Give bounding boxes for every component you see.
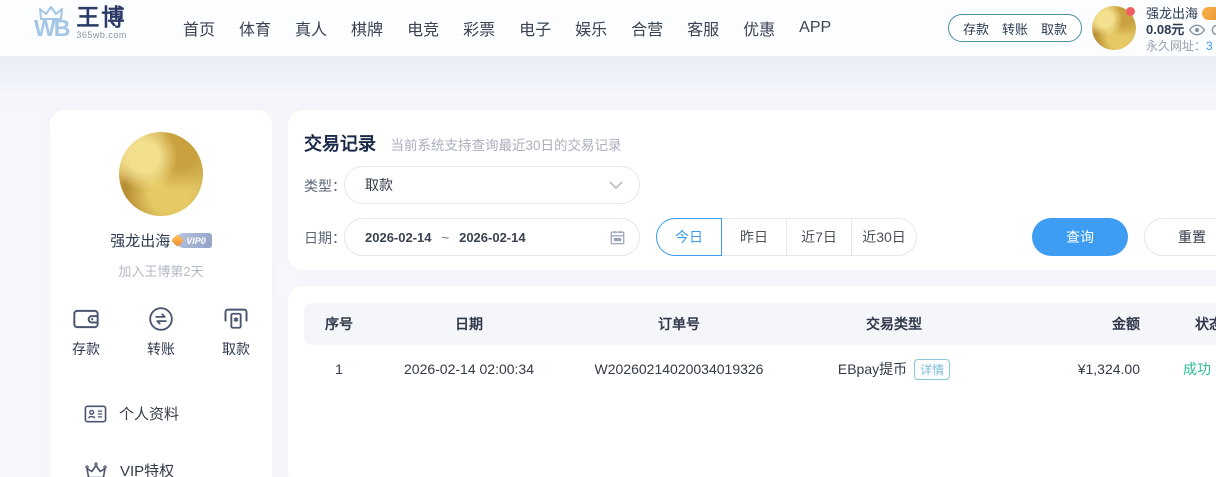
col-header-amount: 金额 xyxy=(994,314,1154,334)
refresh-icon[interactable] xyxy=(1210,23,1216,37)
quick-action-label: 转账 xyxy=(147,339,175,359)
user-info-block: 强龙出海 0.08元 永久网址：3 xyxy=(1146,6,1216,54)
quick-actions: 存款 转账 取款 xyxy=(50,306,272,359)
page-subtitle: 当前系统支持查询最近30日的交易记录 xyxy=(390,138,621,153)
username-text: 强龙出海 xyxy=(1146,6,1198,21)
sidebar-item-vip[interactable]: VIP特权 xyxy=(84,460,272,477)
logo-site-name: 王博 xyxy=(76,5,127,30)
logo-mark: WB xyxy=(34,6,68,40)
sidebar-item-profile[interactable]: 个人资料 xyxy=(84,403,272,424)
quick-action-deposit[interactable]: 存款 xyxy=(72,306,100,359)
detail-button[interactable]: 详情 xyxy=(914,359,950,380)
diamond-icon xyxy=(171,234,184,247)
cell-date: 2026-02-14 02:00:34 xyxy=(374,361,564,377)
chevron-down-icon xyxy=(609,181,623,190)
notification-dot xyxy=(1126,7,1135,16)
col-header-order: 订单号 xyxy=(564,314,794,334)
sidebar-item-label: VIP特权 xyxy=(120,460,174,477)
deposit-link[interactable]: 存款 xyxy=(963,19,989,38)
range-7days-button[interactable]: 近7日 xyxy=(786,218,852,256)
range-30days-button[interactable]: 近30日 xyxy=(851,218,917,256)
type-select[interactable]: 取款 xyxy=(344,166,640,204)
vip-level-text: VIP0 xyxy=(186,236,206,246)
table-header-row: 序号 日期 订单号 交易类型 金额 状态 xyxy=(304,303,1216,345)
type-select-value: 取款 xyxy=(365,175,609,195)
table-row: 1 2026-02-14 02:00:34 W20260214020034019… xyxy=(304,345,1216,393)
date-range-input[interactable]: 2026-02-14 ~ 2026-02-14 xyxy=(344,218,640,256)
cell-type: EBpay提币 详情 xyxy=(794,359,994,380)
eye-icon[interactable] xyxy=(1189,24,1205,36)
page-title: 交易记录 xyxy=(304,134,376,154)
quick-action-withdraw[interactable]: 取款 xyxy=(222,306,250,359)
date-filter-label: 日期： xyxy=(304,228,346,248)
transaction-table-panel: 序号 日期 订单号 交易类型 金额 状态 1 2026-02-14 02:00:… xyxy=(288,286,1216,477)
nav-item-sports[interactable]: 体育 xyxy=(239,16,271,40)
atm-icon xyxy=(222,306,250,332)
sidebar-item-label: 个人资料 xyxy=(119,403,179,424)
nav-item-slots[interactable]: 电子 xyxy=(519,16,551,40)
calendar-icon[interactable] xyxy=(610,230,625,245)
transfer-icon xyxy=(147,306,175,332)
cell-status: 成功 xyxy=(1142,359,1216,379)
range-yesterday-button[interactable]: 昨日 xyxy=(721,218,787,256)
quick-date-range-group: 今日 昨日 近7日 近30日 xyxy=(656,218,917,256)
range-today-button[interactable]: 今日 xyxy=(656,218,722,256)
sidebar-avatar[interactable] xyxy=(119,132,203,216)
cell-order-no: W20260214020034019326 xyxy=(564,361,794,377)
cell-amount: ¥1,324.00 xyxy=(994,361,1154,377)
date-separator: ~ xyxy=(442,230,450,245)
col-header-date: 日期 xyxy=(374,314,564,334)
date-to-value: 2026-02-14 xyxy=(459,230,526,245)
type-filter-label: 类型： xyxy=(304,176,346,196)
nav-item-promo[interactable]: 优惠 xyxy=(743,16,775,40)
site-url-value[interactable]: 3 xyxy=(1206,39,1213,53)
transaction-type-text: EBpay提币 xyxy=(838,359,907,379)
col-header-status: 状态 xyxy=(1154,314,1216,334)
id-card-icon xyxy=(84,404,107,424)
site-logo[interactable]: WB 王博 365wb.com xyxy=(34,5,127,40)
search-button[interactable]: 查询 xyxy=(1032,218,1128,256)
withdraw-link[interactable]: 取款 xyxy=(1041,19,1067,38)
date-from-value: 2026-02-14 xyxy=(365,230,432,245)
top-navigation-bar: WB 王博 365wb.com 首页 体育 真人 棋牌 电竞 彩票 电子 娱乐 … xyxy=(0,0,1216,56)
quick-action-label: 取款 xyxy=(222,339,250,359)
user-avatar[interactable] xyxy=(1092,6,1136,50)
transaction-filter-panel: 交易记录 当前系统支持查询最近30日的交易记录 类型： 取款 日期： 2026-… xyxy=(288,110,1216,270)
wallet-icon xyxy=(72,306,100,332)
col-header-type: 交易类型 xyxy=(794,314,994,334)
col-header-index: 序号 xyxy=(304,314,374,334)
logo-domain: 365wb.com xyxy=(76,30,127,40)
join-days-text: 加入王博第2天 xyxy=(50,261,272,280)
nav-item-live[interactable]: 真人 xyxy=(295,16,327,40)
nav-item-entertainment[interactable]: 娱乐 xyxy=(575,16,607,40)
reset-button[interactable]: 重置 xyxy=(1144,218,1216,256)
nav-item-board[interactable]: 棋牌 xyxy=(351,16,383,40)
crown-icon xyxy=(84,461,108,477)
nav-item-service[interactable]: 客服 xyxy=(687,16,719,40)
transfer-link[interactable]: 转账 xyxy=(1002,19,1028,38)
nav-item-lottery[interactable]: 彩票 xyxy=(463,16,495,40)
nav-item-home[interactable]: 首页 xyxy=(183,16,215,40)
nav-item-esports[interactable]: 电竞 xyxy=(407,16,439,40)
quick-action-label: 存款 xyxy=(72,339,100,359)
vip-badge-icon xyxy=(1202,7,1216,20)
balance-value: 0.08元 xyxy=(1146,21,1184,38)
vip-level-badge: VIP0 xyxy=(176,233,212,248)
cell-index: 1 xyxy=(304,361,374,377)
wallet-actions-pill: 存款 转账 取款 xyxy=(948,14,1082,42)
nav-item-app[interactable]: APP xyxy=(799,19,831,37)
quick-action-transfer[interactable]: 转账 xyxy=(147,306,175,359)
logo-wb-text: WB xyxy=(34,17,68,40)
profile-sidebar: 强龙出海 VIP0 加入王博第2天 存款 转账 xyxy=(50,110,272,477)
sidebar-username: 强龙出海 xyxy=(110,230,170,251)
app-window: WB 王博 365wb.com 首页 体育 真人 棋牌 电竞 彩票 电子 娱乐 … xyxy=(0,0,1216,477)
main-nav: 首页 体育 真人 棋牌 电竞 彩票 电子 娱乐 合营 客服 优惠 APP xyxy=(183,0,831,56)
nav-item-partner[interactable]: 合营 xyxy=(631,16,663,40)
site-url-label: 永久网址： xyxy=(1146,39,1206,53)
